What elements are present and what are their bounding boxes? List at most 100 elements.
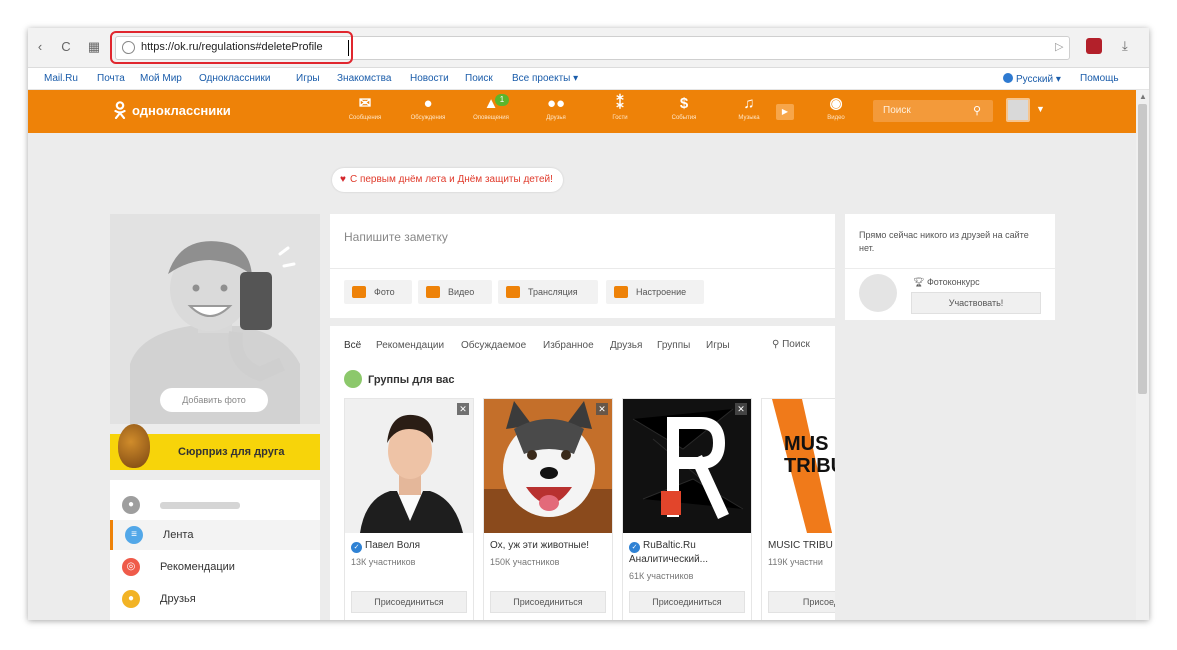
group-name-text: RuBaltic.Ru Аналитический... [629,540,708,565]
menu-item-friends[interactable]: ● Друзья [110,584,320,614]
broadcast-button-label: Трансляция [528,287,578,297]
menu-item-friends-label: Друзья [160,593,196,605]
link-mailru[interactable]: Mail.Ru [44,73,78,84]
chevron-down-icon[interactable]: ▼ [1036,104,1045,114]
back-icon[interactable]: ‹ [32,38,48,56]
groups-icon [344,370,362,388]
menu-item-recommendations[interactable]: ◎ Рекомендации [110,552,320,582]
broadcast-button[interactable]: Трансляция [498,280,598,304]
group-card[interactable]: ✕ ✓ RuBaltic.Ru Аналитический... 61К учас… [622,398,752,620]
feed-search-label: Поиск [782,339,810,350]
nav-notifications[interactable]: ▲ 1 Оповещения [461,94,521,123]
nav-music[interactable]: ♫ Музыка [719,94,779,123]
profile-name-blurred [160,502,240,509]
nav-messages[interactable]: ✉ Сообщения [335,94,395,123]
tab-all[interactable]: Всё [344,340,361,351]
tab-recommendations[interactable]: Рекомендации [376,340,444,351]
menu-item-profile[interactable]: ● [110,490,320,520]
reload-icon[interactable]: C [58,38,74,56]
music-tribe-logo-text: MUS TRIBU [784,433,835,477]
tab-favorites[interactable]: Избранное [543,340,594,351]
feed: Всё Рекомендации Обсуждаемое Избранное Д… [330,326,835,620]
extension-icon[interactable] [1086,38,1102,54]
nav-discussions-label: Обсуждения [410,115,446,121]
join-button[interactable]: Присоединиться [629,591,745,613]
friends-icon: ●● [546,95,566,112]
video-button[interactable]: Видео [418,280,492,304]
send-icon[interactable]: ▷ [1055,40,1063,53]
group-card[interactable]: ✕ Ох, уж эти животные! 150К участников П… [483,398,613,620]
link-znakomstva[interactable]: Знакомства [337,73,391,84]
join-button[interactable]: Присоединиться [351,591,467,613]
nav-discussions[interactable]: ● Обсуждения [398,94,458,123]
surprise-for-friend-banner[interactable]: Сюрприз для друга [110,424,320,470]
link-moy-mir[interactable]: Мой Мир [140,73,182,84]
friends-menu-icon: ● [122,590,140,608]
link-poisk[interactable]: Поиск [465,73,493,84]
heart-icon: ♥ [340,174,346,185]
close-icon[interactable]: ✕ [457,403,469,415]
user-avatar[interactable] [1006,98,1030,122]
language-selector[interactable]: Русский ▾ [1003,73,1061,85]
link-odnoklassniki[interactable]: Одноклассники [199,73,270,84]
nav-messages-label: Сообщения [348,115,382,121]
link-all-projects[interactable]: Все проекты ▾ [512,73,578,84]
help-link[interactable]: Помощь [1080,73,1119,84]
verified-icon: ✓ [629,542,640,553]
join-button[interactable]: Присоединиться [490,591,606,613]
close-icon[interactable]: ✕ [596,403,608,415]
tab-games[interactable]: Игры [706,340,730,351]
mood-button[interactable]: Настроение [606,280,704,304]
group-name-text: Павел Воля [365,540,421,551]
contest-avatar[interactable] [859,274,897,312]
vertical-scrollbar[interactable]: ▲ [1136,90,1149,620]
play-icon[interactable]: ▶ [776,104,794,120]
tab-discussed[interactable]: Обсуждаемое [461,340,526,351]
nav-guests[interactable]: ⁑ Гости [590,94,650,123]
group-card[interactable]: ✕ ✓ Павел Воля 13К участников Присоединит… [344,398,474,620]
nav-video[interactable]: ◉ Видео [806,94,866,123]
link-novosti[interactable]: Новости [410,73,449,84]
search-icon[interactable]: ⚲ [973,104,981,117]
feed-search[interactable]: ⚲ Поиск [772,339,810,350]
holiday-banner[interactable]: ♥ С первым днём лета и Днём защиты детей! [332,168,563,192]
photo-button-label: Фото [374,287,395,297]
chat-icon: ● [423,95,433,112]
link-igry[interactable]: Игры [296,73,320,84]
group-photo [484,399,612,533]
group-card[interactable]: MUS TRIBU MUSIC TRIBU 119К участни Присо… [761,398,835,620]
group-photo [345,399,473,533]
note-input[interactable]: Напишите заметку [344,230,448,244]
ok-search-input[interactable]: Поиск ⚲ [873,100,993,122]
nav-notifications-label: Оповещения [473,115,509,121]
photo-contest-label[interactable]: 🏆︎ Фотоконкурс [913,277,980,288]
menu-item-feed[interactable]: ≡ Лента [110,520,320,550]
ok-logo-text: одноклассники [132,103,231,118]
download-icon[interactable]: ⤓ [1122,38,1128,54]
link-pochta[interactable]: Почта [97,73,125,84]
close-icon[interactable]: ✕ [735,403,747,415]
profile-menu: ● ≡ Лента ◎ Рекомендации ● Друзья [110,480,320,620]
nav-events[interactable]: $ События [654,94,714,123]
url-highlight-frame [110,31,353,64]
smiley-icon [614,286,628,298]
groups-heading-label: Группы для вас [368,374,455,386]
tab-groups[interactable]: Группы [657,340,690,351]
surprise-label: Сюрприз для друга [178,446,285,458]
ok-search-placeholder: Поиск [883,105,911,116]
ok-logo[interactable]: одноклассники [114,101,231,119]
tab-friends[interactable]: Друзья [610,340,642,351]
tabs-grid-icon[interactable]: ▦ [86,38,102,56]
easter-egg-icon [118,424,150,468]
scroll-up-icon[interactable]: ▲ [1139,92,1147,101]
user-icon: ● [122,496,140,514]
add-photo-button[interactable]: Добавить фото [160,388,268,412]
scrollbar-thumb[interactable] [1138,104,1147,394]
participate-button[interactable]: Участвовать! [911,292,1041,314]
join-button[interactable]: Присоедин [768,591,835,613]
nav-friends[interactable]: ●● Друзья [526,94,586,123]
ok-logo-icon [114,101,126,119]
group-name: MUSIC TRIBU [768,540,833,551]
profile-photo-placeholder[interactable]: Добавить фото [110,214,320,424]
photo-button[interactable]: Фото [344,280,412,304]
